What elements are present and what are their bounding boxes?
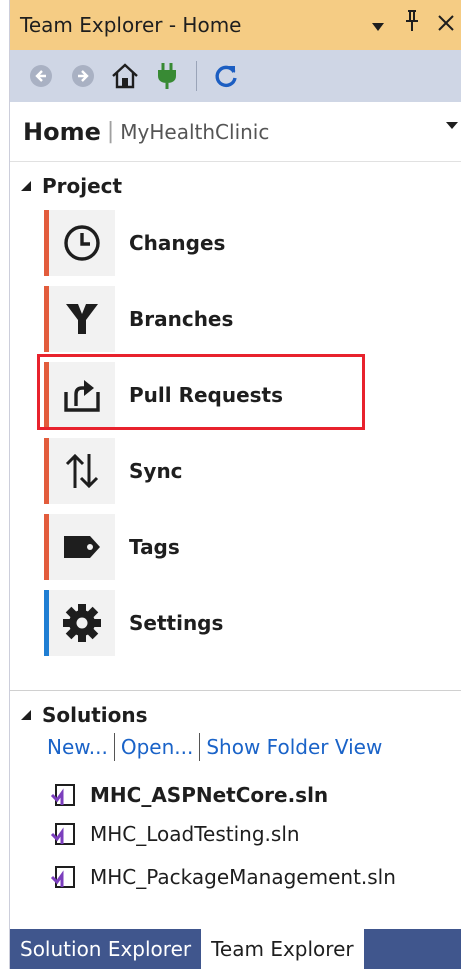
show-folder-view-link[interactable]: Show Folder View: [206, 735, 382, 759]
refresh-icon[interactable]: [211, 61, 241, 91]
gear-icon: [49, 590, 115, 656]
toolbar: [10, 50, 461, 102]
close-icon[interactable]: [434, 11, 458, 39]
section-label: Solutions: [42, 703, 148, 727]
nav-item-label: Branches: [129, 307, 234, 331]
highlight-box: [37, 354, 365, 430]
window-controls: [366, 10, 458, 39]
branch-icon: [49, 286, 115, 352]
tag-icon: [49, 514, 115, 580]
chevron-down-icon[interactable]: [446, 122, 458, 129]
connect-icon[interactable]: [152, 61, 182, 91]
window-title: Team Explorer - Home: [20, 13, 242, 37]
toolbar-separator: [196, 61, 197, 91]
project-section-header[interactable]: Project: [20, 174, 122, 198]
solution-file-name: MHC_PackageManagement.sln: [90, 865, 396, 889]
tab-team-explorer[interactable]: Team Explorer: [201, 929, 364, 969]
title-bar: Team Explorer - Home: [10, 0, 461, 50]
title-separator: |: [106, 119, 115, 144]
nav-item-label: Tags: [129, 535, 180, 559]
new-solution-link[interactable]: New...: [47, 735, 108, 759]
nav-item-label: Changes: [129, 231, 226, 255]
solution-file-item[interactable]: MHC_PackageManagement.sln: [50, 865, 396, 889]
solution-file-item[interactable]: MHC_ASPNetCore.sln: [50, 783, 328, 807]
solution-file-item[interactable]: MHC_LoadTesting.sln: [50, 822, 300, 846]
open-solution-link[interactable]: Open...: [121, 735, 194, 759]
page-header: Home | MyHealthClinic: [10, 102, 461, 162]
solution-file-icon: [50, 866, 75, 888]
nav-item-changes[interactable]: Changes: [44, 210, 364, 276]
forward-icon[interactable]: [68, 61, 98, 91]
project-name: MyHealthClinic: [120, 119, 270, 144]
nav-item-settings[interactable]: Settings: [44, 590, 364, 656]
nav-item-branches[interactable]: Branches: [44, 286, 364, 352]
collapse-triangle-icon[interactable]: [20, 180, 32, 192]
pin-icon[interactable]: [400, 10, 424, 39]
solution-file-icon: [50, 823, 75, 845]
link-separator: [113, 733, 115, 761]
dropdown-arrow-icon[interactable]: [366, 11, 390, 39]
tool-window-tabs: Solution Explorer Team Explorer: [10, 929, 461, 969]
sync-icon: [49, 438, 115, 504]
nav-item-label: Sync: [129, 459, 183, 483]
clock-icon: [49, 210, 115, 276]
team-explorer-panel: Team Explorer - Home Home | MyHealthClin…: [9, 0, 461, 969]
solution-links: New... Open... Show Folder View: [47, 733, 382, 761]
tab-solution-explorer[interactable]: Solution Explorer: [10, 929, 201, 969]
back-icon[interactable]: [26, 61, 56, 91]
solutions-section-header[interactable]: Solutions: [20, 703, 148, 727]
solution-file-name: MHC_ASPNetCore.sln: [90, 783, 329, 807]
home-icon[interactable]: [110, 61, 140, 91]
nav-item-sync[interactable]: Sync: [44, 438, 364, 504]
solution-file-icon: [50, 784, 75, 806]
section-label: Project: [42, 174, 123, 198]
collapse-triangle-icon[interactable]: [20, 709, 32, 721]
link-separator: [199, 733, 201, 761]
nav-item-label: Settings: [129, 611, 224, 635]
page-title: Home: [23, 117, 101, 146]
solution-file-name: MHC_LoadTesting.sln: [90, 822, 300, 846]
nav-item-tags[interactable]: Tags: [44, 514, 364, 580]
section-divider: [10, 690, 461, 691]
